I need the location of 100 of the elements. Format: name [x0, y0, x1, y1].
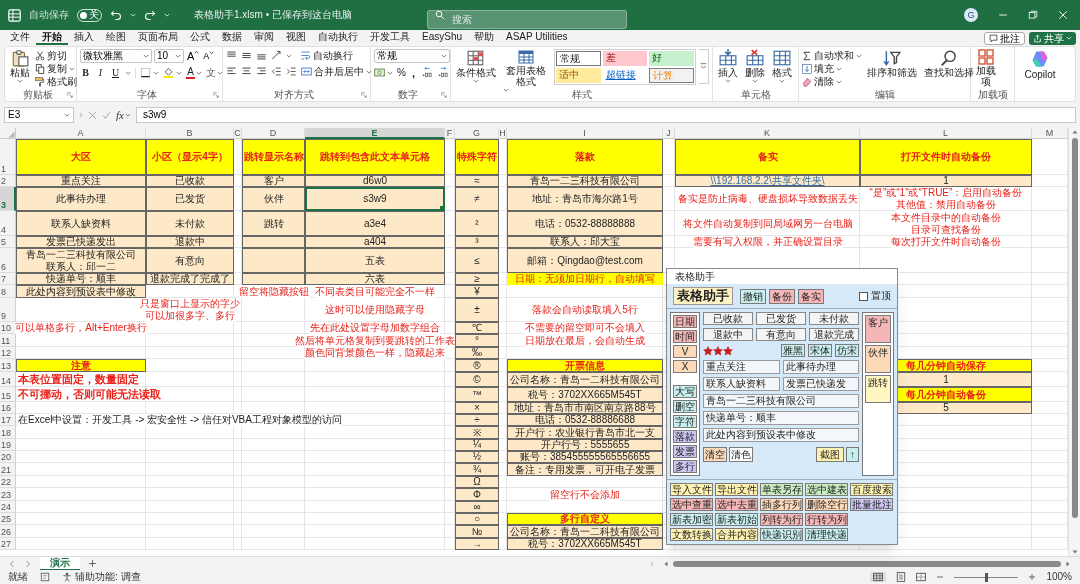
insert-function-button[interactable]: fx	[116, 109, 131, 121]
row-header[interactable]: 15	[0, 387, 16, 402]
row-header[interactable]: 14	[0, 372, 16, 387]
border-button[interactable]	[140, 66, 159, 79]
copy-button[interactable]: 复制	[35, 62, 77, 75]
row-header[interactable]: 26	[0, 525, 16, 538]
menu-tab[interactable]: 开发工具	[364, 31, 416, 45]
tool-button[interactable]: 清空	[703, 447, 727, 462]
scroll-left-icon[interactable]	[662, 559, 670, 568]
menu-tab[interactable]: ASAP Utilities	[500, 31, 574, 45]
menu-tab[interactable]: 绘图	[100, 31, 132, 45]
cell-style[interactable]: 好	[649, 51, 694, 66]
tool-button[interactable]: 截图	[816, 447, 844, 462]
row-header[interactable]: 8	[0, 285, 16, 298]
column-header[interactable]: E	[305, 128, 445, 139]
tool-button[interactable]: 删空	[673, 400, 697, 413]
menu-tab[interactable]: 视图	[280, 31, 312, 45]
tool-button[interactable]: 多行	[673, 460, 697, 473]
column-header[interactable]: I	[507, 128, 663, 139]
font-color-button[interactable]: A	[186, 66, 202, 79]
row-header[interactable]: 25	[0, 513, 16, 525]
text-field[interactable]: 发票已快递发	[782, 377, 859, 391]
row-header[interactable]: 23	[0, 488, 16, 501]
sort-filter-button[interactable]: 排序和筛选	[865, 49, 919, 78]
center-align-icon[interactable]	[241, 66, 252, 77]
percent-button[interactable]: %	[397, 66, 406, 79]
text-field[interactable]: 重点关注	[703, 360, 780, 374]
link[interactable]: \\192.168.2.2\共享文件夹\	[710, 175, 825, 187]
menu-tab[interactable]: 文件	[4, 31, 36, 45]
sheet-tab[interactable]: 演示	[40, 556, 80, 571]
row-header[interactable]: 1	[0, 139, 16, 175]
brand-button[interactable]: 表格助手	[673, 287, 733, 305]
fill-handle[interactable]	[440, 206, 444, 210]
tool-button[interactable]: 备份	[769, 288, 795, 304]
paste-button[interactable]: 粘贴	[8, 49, 32, 84]
row-header[interactable]: 5	[0, 236, 16, 248]
text-field[interactable]: 快递单号：顺丰	[703, 411, 859, 425]
tool-button[interactable]: ↑	[846, 447, 859, 462]
zoom-in-icon[interactable]	[1028, 573, 1037, 581]
cells-button[interactable]: 删除	[743, 49, 767, 84]
restore-icon[interactable]	[1028, 10, 1038, 20]
font-style-button[interactable]: I	[95, 66, 106, 79]
comma-button[interactable]: ,	[409, 66, 417, 79]
tool-button[interactable]: 插多行列	[760, 498, 803, 511]
dialog-launcher-icon[interactable]	[213, 92, 219, 98]
tool-button[interactable]: 退款中	[703, 328, 753, 341]
increase-indent-icon[interactable]	[286, 66, 297, 77]
tool-button[interactable]: 已发货	[756, 312, 806, 325]
autosum-button[interactable]: 自动求和	[802, 49, 862, 62]
name-box[interactable]: E3	[4, 107, 74, 123]
font-style-button[interactable]: U	[110, 66, 121, 79]
column-header[interactable]: G	[455, 128, 499, 139]
tool-button[interactable]: 新表初始	[715, 513, 758, 526]
row-header[interactable]: 6	[0, 248, 16, 273]
tool-button[interactable]: 选中去重	[715, 498, 758, 511]
tool-button[interactable]: 宋体	[808, 344, 832, 357]
dialog-launcher-icon[interactable]	[441, 92, 447, 98]
row-header[interactable]: 19	[0, 439, 16, 451]
row-header[interactable]: 27	[0, 538, 16, 550]
cancel-icon[interactable]	[88, 110, 97, 120]
merge-center-button[interactable]: 合并后居中	[301, 65, 372, 78]
column-header[interactable]: B	[146, 128, 234, 139]
tool-button[interactable]: 批量批注	[850, 498, 893, 511]
formula-field[interactable]: s3w9	[135, 107, 1076, 123]
increase-decimal-icon[interactable]	[420, 67, 433, 78]
tool-button[interactable]: 列转为行	[760, 513, 803, 526]
tool-button[interactable]: 选中建表	[805, 483, 848, 496]
checkbox[interactable]	[859, 291, 868, 301]
tool-button[interactable]: 清理快递	[805, 528, 848, 541]
cut-button[interactable]: 剪切	[35, 49, 77, 62]
tool-button[interactable]: 退款完成	[809, 328, 859, 341]
cell-style[interactable]: 常规	[556, 51, 601, 66]
tool-button[interactable]: 撤销	[740, 288, 766, 304]
text-field[interactable]: 此处内容到预设表中修改	[703, 428, 859, 442]
tool-button[interactable]: 导出文件	[715, 483, 758, 496]
number-format-field[interactable]: 常规	[374, 49, 450, 63]
dialog-launcher-icon[interactable]	[361, 92, 367, 98]
page-break-icon[interactable]	[916, 572, 927, 582]
row-header[interactable]: 7	[0, 273, 16, 285]
close-icon[interactable]	[1058, 10, 1068, 20]
accessibility-button[interactable]: 辅助功能: 调查	[62, 571, 141, 583]
tool-button[interactable]: 选中查重	[670, 498, 713, 511]
row-header[interactable]: 24	[0, 501, 16, 513]
tool-button[interactable]: V	[673, 345, 697, 358]
grow-font-button[interactable]: A	[186, 50, 201, 62]
column-header[interactable]: L	[860, 128, 1032, 139]
clear-button[interactable]: 清除	[802, 75, 862, 88]
avatar[interactable]: G	[964, 8, 978, 22]
menu-tab[interactable]: 插入	[68, 31, 100, 45]
tool-button[interactable]: 时间	[673, 330, 697, 343]
share-button[interactable]: 共享	[1029, 31, 1076, 45]
tool-button[interactable]: 落款	[673, 430, 697, 443]
menu-tab[interactable]: 页面布局	[132, 31, 184, 45]
tool-button[interactable]: 单表另存	[760, 483, 803, 496]
row-header[interactable]: 20	[0, 451, 16, 463]
tool-button[interactable]: 仿宋	[835, 344, 859, 357]
tool-button[interactable]: 有意向	[756, 328, 806, 341]
row-header[interactable]: 22	[0, 476, 16, 488]
column-header[interactable]: M	[1032, 128, 1068, 139]
find-select-button[interactable]: 查找和选择	[922, 49, 976, 78]
